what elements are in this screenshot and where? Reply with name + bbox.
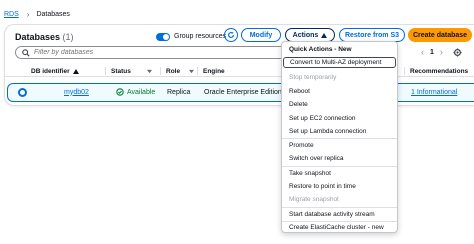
menu-item-quick-actions: Quick Actions - New <box>289 46 352 53</box>
menu-item-elasticache-cluster[interactable]: Create ElastiCache cluster - new <box>282 222 397 233</box>
breadcrumb-rds-link[interactable]: RDS <box>4 11 19 18</box>
menu-divider <box>282 207 397 208</box>
group-resources-toggle[interactable]: Group resources <box>156 31 226 42</box>
refresh-button[interactable] <box>224 28 238 42</box>
actions-button[interactable]: Actions <box>285 28 335 42</box>
status-text: Available <box>127 88 156 96</box>
menu-item-promote[interactable]: Promote <box>282 140 397 151</box>
status-cell: Available <box>116 84 155 100</box>
menu-item-switch-over-replica[interactable]: Switch over replica <box>282 153 397 164</box>
search-icon <box>22 48 30 57</box>
menu-item-ec2-connection[interactable]: Set up EC2 connection <box>282 113 397 124</box>
menu-item-lambda-connection[interactable]: Set up Lambda connection <box>282 126 397 137</box>
restore-from-s3-button[interactable]: Restore from S3 <box>339 28 405 42</box>
role-text: Replica <box>167 88 191 96</box>
menu-item-take-snapshot[interactable]: Take snapshot <box>282 168 397 179</box>
recommendation-link[interactable]: 1 Informational <box>411 89 457 96</box>
page-title: Databases (1) <box>15 32 74 42</box>
column-divider <box>105 67 106 75</box>
refresh-icon <box>228 31 234 38</box>
caret-up-icon <box>321 32 328 38</box>
databases-panel: Databases (1) Group resources Modify Act… <box>4 24 474 106</box>
sort-icon <box>189 69 195 73</box>
row-select-cell[interactable] <box>18 84 27 100</box>
page-title-text: Databases <box>15 32 61 42</box>
table-row[interactable]: mydb02 Available Replica Oracle Enterpri… <box>7 83 474 102</box>
engine-text: Oracle Enterprise Edition <box>204 88 282 96</box>
db-identifier-cell: mydb02 <box>64 84 89 100</box>
menu-item-migrate-snapshot: Migrate snapshot <box>289 196 339 203</box>
column-label: DB identifier <box>31 67 70 75</box>
toggle-knob <box>163 33 169 40</box>
chevron-right-icon: › <box>26 9 30 19</box>
column-divider <box>404 67 405 75</box>
breadcrumb: RDS › Databases <box>4 8 70 20</box>
check-circle-icon <box>116 88 124 96</box>
column-header-db-identifier[interactable]: DB identifier <box>31 65 79 77</box>
role-cell: Replica <box>167 84 190 100</box>
column-header-engine[interactable]: Engine <box>203 65 225 77</box>
chevron-left-icon[interactable]: ‹ <box>421 47 424 57</box>
db-identifier-link[interactable]: mydb02 <box>64 89 89 96</box>
actions-label: Actions <box>292 31 319 39</box>
sort-ascending-icon <box>72 68 79 74</box>
filter-box[interactable] <box>15 46 287 59</box>
column-label: Engine <box>203 67 225 75</box>
column-divider <box>160 67 161 75</box>
sort-icon <box>146 69 152 73</box>
column-label: Recommendations <box>410 67 469 75</box>
filter-input[interactable] <box>34 49 274 56</box>
engine-cell: Oracle Enterprise Edition <box>204 84 282 100</box>
create-database-button[interactable]: Create database <box>408 28 472 42</box>
modify-button[interactable]: Modify <box>241 28 281 42</box>
row-radio-button[interactable] <box>18 87 27 97</box>
chevron-right-icon[interactable]: › <box>440 47 443 57</box>
column-divider <box>197 67 198 75</box>
breadcrumb-current: Databases <box>36 10 70 18</box>
menu-divider <box>282 138 397 139</box>
menu-item-restore-point-in-time[interactable]: Restore to point in time <box>282 181 397 192</box>
toggle-switch[interactable] <box>156 32 170 41</box>
menu-item-reboot[interactable]: Reboot <box>282 86 397 97</box>
menu-item-delete[interactable]: Delete <box>282 99 397 110</box>
menu-item-stop-temporarily: Stop temporarily <box>289 74 337 81</box>
column-label: Status <box>111 67 131 75</box>
pagination: ‹ 1 › <box>421 47 462 57</box>
column-header-recommendations[interactable]: Recommendations <box>410 65 468 77</box>
group-resources-label: Group resources <box>174 33 227 40</box>
column-label: Role <box>166 67 181 75</box>
database-count: (1) <box>62 32 74 42</box>
column-header-role[interactable]: Role <box>166 65 195 77</box>
menu-item-convert-multi-az[interactable]: Convert to Multi-AZ deployment <box>283 57 396 68</box>
table-header: DB identifier Status Role Engine Recomme… <box>5 65 474 77</box>
column-header-status[interactable]: Status <box>111 65 152 77</box>
actions-dropdown-menu: Quick Actions - New Convert to Multi-AZ … <box>281 41 398 233</box>
menu-item-activity-stream[interactable]: Start database activity stream <box>282 209 397 220</box>
recommendations-cell: 1 Informational <box>411 84 457 100</box>
settings-gear-icon[interactable] <box>453 47 462 57</box>
menu-divider <box>282 166 397 167</box>
page-number[interactable]: 1 <box>430 49 434 56</box>
